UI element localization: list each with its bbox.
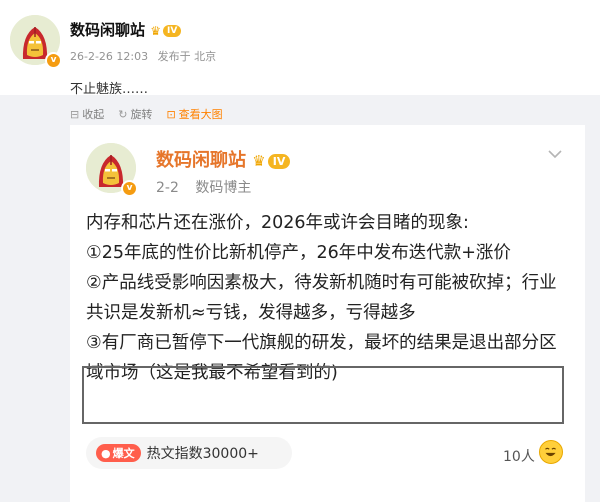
card-paragraph-1: ①25年底的性价比新机停产，26年中发布迭代款+涨价: [86, 243, 511, 263]
rotate-button[interactable]: ↻ 旋转: [118, 106, 152, 122]
hot-badge: ● 爆文: [96, 444, 141, 462]
view-large-image-icon: ⊡: [166, 107, 176, 121]
card-author-name-text: 数码闲聊站: [156, 150, 246, 171]
hot-index-text: 热文指数30000+: [146, 446, 259, 462]
image-toolbar: ⊟ 收起 ↻ 旋转 ⊡ 查看大图: [70, 106, 223, 122]
card-verified-badge-icon: v: [121, 180, 138, 197]
collapse-button[interactable]: ⊟ 收起: [70, 106, 104, 122]
collapse-label: 收起: [82, 108, 105, 121]
author-name-text[interactable]: 数码闲聊站: [70, 21, 145, 39]
card-paragraph-intro: 内存和芯片还在涨价，2026年或许会目睹的现象:: [86, 213, 469, 233]
likes-count: 10人: [503, 449, 535, 465]
post-timestamp[interactable]: 26-2-26 12:03: [70, 50, 148, 63]
card-paragraph-2: ②产品线受影响因素极大，待发新机随时有可能被砍掉；行业共识是发新机≈亏钱，发得越…: [86, 273, 557, 323]
card-role: 数码博主: [195, 180, 252, 196]
card-date: 2-2: [156, 180, 179, 196]
view-large-image-label: 查看大图: [178, 108, 223, 121]
highlight-box: [82, 366, 564, 424]
author-name[interactable]: 数码闲聊站 ♛ IV: [70, 19, 182, 40]
card-author-name: 数码闲聊站 ♛ IV: [156, 146, 291, 172]
chevron-down-icon: [547, 146, 563, 162]
verified-badge-icon: v: [45, 52, 62, 69]
level-pill: IV: [163, 24, 182, 37]
post-source: 发布于 北京: [157, 50, 217, 63]
hot-index-pill: ● 爆文 热文指数30000+: [86, 437, 292, 469]
card-level-badge: ♛ IV: [252, 152, 291, 170]
level-badge: ♛ IV: [150, 23, 182, 38]
fire-icon: ●: [101, 446, 111, 460]
rotate-icon: ↻: [118, 107, 128, 121]
laugh-emoji-icon: [539, 440, 563, 464]
view-large-image-button[interactable]: ⊡ 查看大图: [166, 106, 222, 122]
post-meta: 26-2-26 12:03 发布于 北京: [70, 48, 216, 64]
card-crown-icon: ♛: [252, 152, 266, 170]
rotate-label: 旋转: [130, 108, 153, 121]
card-body-text: 内存和芯片还在涨价，2026年或许会目睹的现象: ①25年底的性价比新机停产，2…: [86, 208, 574, 388]
collapse-icon: ⊟: [70, 107, 80, 121]
card-meta: 2-2 数码博主: [156, 177, 251, 197]
crown-icon: ♛: [150, 23, 162, 38]
hot-badge-label: 爆文: [112, 447, 135, 460]
card-level-pill: IV: [267, 153, 291, 169]
